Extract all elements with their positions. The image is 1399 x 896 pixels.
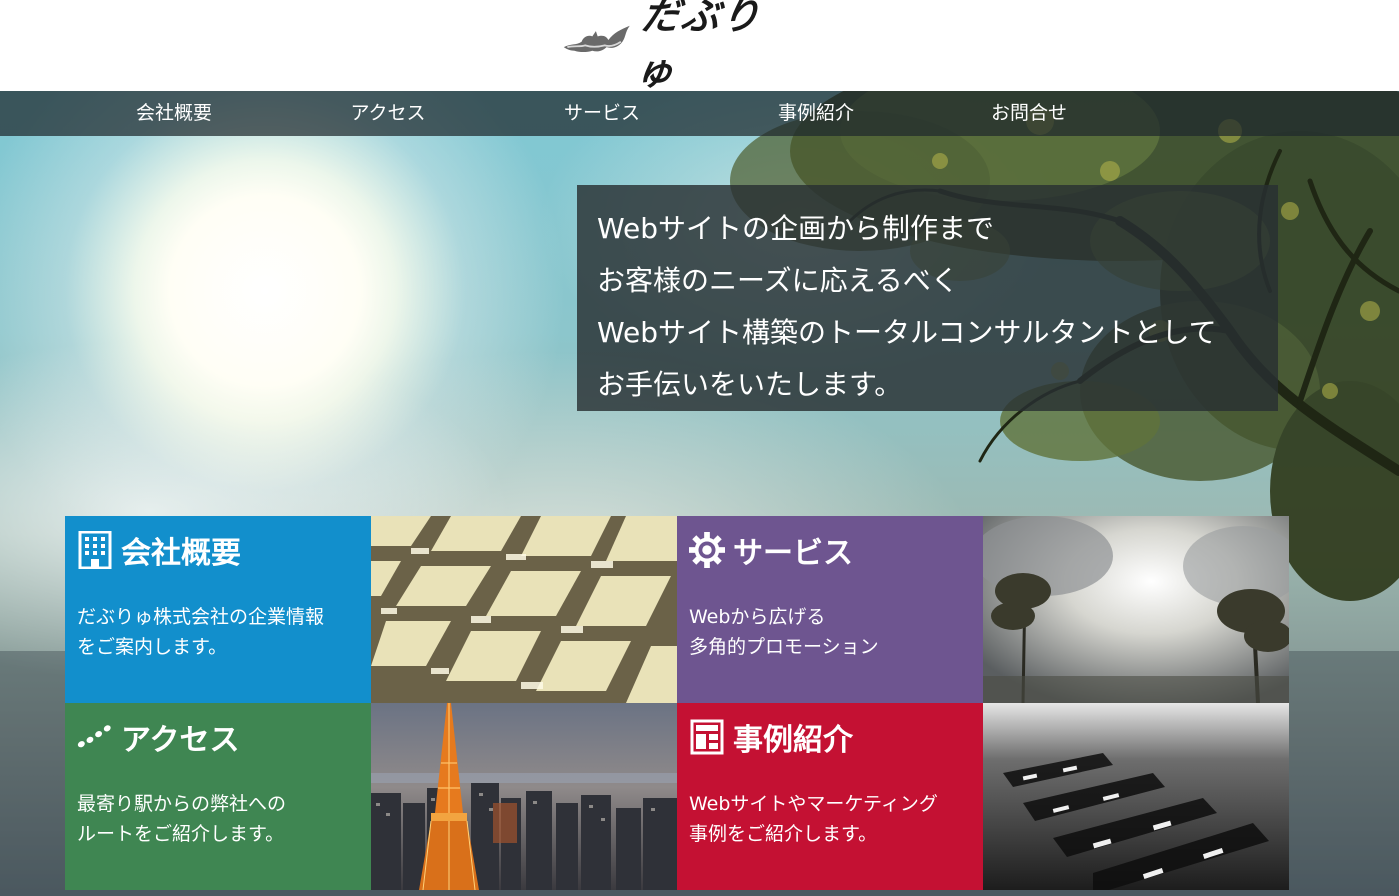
nav-item-cases[interactable]: 事例紹介 [709,91,923,136]
tagline-line: Webサイト構築のトータルコンサルタントとして [597,316,1217,349]
site-header: だぶりゅ [0,0,1399,93]
tile-photo-sky [983,516,1289,703]
logo-text: だぶりゅ [633,0,765,93]
tile-description: Webサイトやマーケティング 事例をご紹介します。 [689,789,971,849]
nav-item-company[interactable]: 会社概要 [67,91,281,136]
tagline-line: Webサイトの企画から制作まで [597,212,995,245]
feature-tiles: 会社概要 だぶりゅ株式会社の企業情報 をご案内します。 サービス Webから広げ… [65,516,1290,891]
keyboard-photo [983,703,1289,890]
tile-company[interactable]: 会社概要 だぶりゅ株式会社の企業情報 をご案内します。 [65,516,371,703]
tile-desc-line: Webから広げる [689,606,826,628]
site-logo[interactable]: だぶりゅ [562,0,782,93]
hero-tagline: Webサイトの企画から制作まで お客様のニーズに応えるべく Webサイト構築のト… [577,185,1278,411]
tile-title: 会社概要 [121,536,241,571]
tile-description: Webから広げる 多角的プロモーション [689,602,971,662]
ceiling-photo [371,516,677,703]
tile-access[interactable]: アクセス 最寄り駅からの弊社への ルートをご紹介します。 [65,703,371,890]
hero-section: 会社概要 アクセス サービス 事例紹介 お問合せ Webサイトの企画から制作まで… [0,91,1399,896]
tile-description: 最寄り駅からの弊社への ルートをご紹介します。 [77,789,359,849]
tile-title: 事例紹介 [733,723,853,758]
tile-photo-ceiling [371,516,677,703]
tagline-line: お客様のニーズに応えるべく [597,264,959,297]
building-icon [77,531,113,569]
tile-desc-line: 最寄り駅からの弊社への [77,793,287,815]
tile-desc-line: をご案内します。 [77,636,228,658]
tile-title: サービス [733,536,853,571]
main-nav: 会社概要 アクセス サービス 事例紹介 お問合せ [0,91,1399,136]
tagline-line: お手伝いをいたします。 [597,368,903,401]
tile-photo-keyboard [983,703,1289,890]
nav-item-contact[interactable]: お問合せ [922,91,1136,136]
tile-description: だぶりゅ株式会社の企業情報 をご案内します。 [77,602,359,662]
tile-desc-line: 事例をご紹介します。 [689,823,878,845]
tokyo-tower-photo [371,703,677,890]
layout-icon [689,719,725,755]
tile-desc-line: Webサイトやマーケティング [689,793,938,815]
tile-cases[interactable]: 事例紹介 Webサイトやマーケティング 事例をご紹介します。 [677,703,983,890]
gear-icon [689,532,725,568]
nav-item-access[interactable]: アクセス [281,91,495,136]
tile-photo-tokyo [371,703,677,890]
tile-desc-line: だぶりゅ株式会社の企業情報 [77,606,325,628]
sky-photo [983,516,1289,703]
bat-icon [563,25,630,53]
tile-desc-line: ルートをご紹介します。 [77,823,285,845]
tile-title: アクセス [121,723,240,758]
footprints-icon [77,719,113,755]
nav-item-service[interactable]: サービス [495,91,709,136]
tile-service[interactable]: サービス Webから広げる 多角的プロモーション [677,516,983,703]
tile-desc-line: 多角的プロモーション [689,636,879,658]
